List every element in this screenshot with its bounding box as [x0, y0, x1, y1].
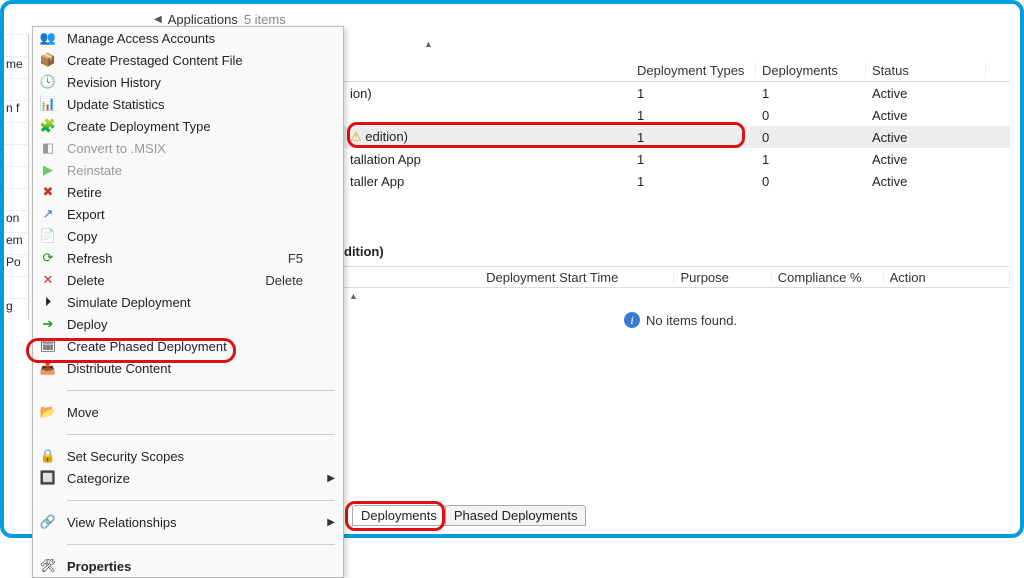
sort-asc-icon: ▲: [424, 39, 433, 49]
chevron-left-icon[interactable]: ◀: [154, 14, 162, 25]
distribute-icon: 📤: [39, 359, 57, 377]
package-icon: 📦: [39, 51, 57, 69]
menu-reinstate: ▶Reinstate: [33, 159, 343, 181]
copy-icon: 📄: [39, 227, 57, 245]
menu-export[interactable]: ↗Export: [33, 203, 343, 225]
categorize-icon: 🔲: [39, 469, 57, 487]
history-icon: 🕓: [39, 73, 57, 91]
chevron-right-icon: ▶: [327, 517, 335, 528]
col-dep-start-time[interactable]: Deployment Start Time: [480, 270, 674, 285]
accounts-icon: 👥: [39, 29, 57, 47]
deploy-icon: ➔: [39, 315, 57, 333]
retire-icon: ✖: [39, 183, 57, 201]
applications-grid: Deployment Types Deployments Status ion)…: [344, 60, 1010, 192]
menu-simulate-deployment[interactable]: ⏵Simulate Deployment: [33, 291, 343, 313]
phased-icon: 🗓: [39, 337, 57, 355]
menu-deploy[interactable]: ➔Deploy: [33, 313, 343, 335]
detail-tabs: Deployments Phased Deployments: [352, 505, 585, 526]
menu-separator: [33, 379, 343, 401]
menu-distribute-content[interactable]: 📤Distribute Content: [33, 357, 343, 379]
menu-retire[interactable]: ✖Retire: [33, 181, 343, 203]
menu-separator: [33, 533, 343, 555]
col-deployment-types[interactable]: Deployment Types: [631, 63, 756, 78]
menu-create-prestaged-content[interactable]: 📦Create Prestaged Content File: [33, 49, 343, 71]
empty-state: i No items found.: [624, 312, 737, 328]
col-status[interactable]: Status: [866, 63, 986, 78]
dep-type-icon: 🧩: [39, 117, 57, 135]
lock-icon: 🔒: [39, 447, 57, 465]
col-purpose[interactable]: Purpose: [674, 270, 771, 285]
col-compliance[interactable]: Compliance %: [772, 270, 884, 285]
menu-properties[interactable]: 🛠Properties: [33, 555, 343, 577]
stats-icon: 📊: [39, 95, 57, 113]
menu-manage-access-accounts[interactable]: 👥Manage Access Accounts: [33, 27, 343, 49]
table-row[interactable]: taller App 1 0 Active: [344, 170, 1010, 192]
menu-refresh[interactable]: ⟳RefreshF5: [33, 247, 343, 269]
warning-icon: ⚠: [350, 129, 362, 144]
menu-categorize[interactable]: 🔲Categorize▶: [33, 467, 343, 489]
msix-icon: ◧: [39, 139, 57, 157]
menu-revision-history[interactable]: 🕓Revision History: [33, 71, 343, 93]
col-action[interactable]: Action: [884, 270, 1010, 285]
table-row-selected[interactable]: ⚠ edition) 1 0 Active: [344, 126, 1010, 148]
table-row[interactable]: ion) 1 1 Active: [344, 82, 1010, 104]
empty-text: No items found.: [646, 313, 737, 328]
tab-phased-deployments[interactable]: Phased Deployments: [445, 505, 587, 526]
simulate-icon: ⏵: [39, 293, 57, 311]
menu-create-phased-deployment[interactable]: 🗓Create Phased Deployment: [33, 335, 343, 357]
breadcrumb-count: 5 items: [244, 12, 286, 27]
tab-deployments[interactable]: Deployments: [352, 505, 446, 526]
relationships-icon: 🔗: [39, 513, 57, 531]
shortcut-text: F5: [288, 251, 303, 266]
export-icon: ↗: [39, 205, 57, 223]
detail-title: dition): [344, 244, 384, 259]
menu-convert-msix: ◧Convert to .MSIX: [33, 137, 343, 159]
shortcut-text: Delete: [265, 273, 303, 288]
context-menu: 👥Manage Access Accounts 📦Create Prestage…: [32, 26, 344, 578]
info-icon: i: [624, 312, 640, 328]
left-sidebar-fragment: me n f on em Po g: [4, 34, 29, 534]
menu-separator: [33, 423, 343, 445]
reinstate-icon: ▶: [39, 161, 57, 179]
delete-icon: ✕: [39, 271, 57, 289]
menu-copy[interactable]: 📄Copy: [33, 225, 343, 247]
properties-icon: 🛠: [39, 557, 57, 575]
sort-asc-icon: ▲: [349, 291, 358, 301]
col-deployments[interactable]: Deployments: [756, 63, 866, 78]
grid-header: Deployment Types Deployments Status: [344, 60, 1010, 82]
menu-set-security-scopes[interactable]: 🔒Set Security Scopes: [33, 445, 343, 467]
chevron-right-icon: ▶: [327, 473, 335, 484]
table-row[interactable]: 1 0 Active: [344, 104, 1010, 126]
menu-separator: [33, 489, 343, 511]
move-icon: 📂: [39, 403, 57, 421]
table-row[interactable]: tallation App 1 1 Active: [344, 148, 1010, 170]
menu-delete[interactable]: ✕DeleteDelete: [33, 269, 343, 291]
menu-move[interactable]: 📂Move: [33, 401, 343, 423]
refresh-icon: ⟳: [39, 249, 57, 267]
menu-update-statistics[interactable]: 📊Update Statistics: [33, 93, 343, 115]
detail-grid-header: Deployment Start Time Purpose Compliance…: [344, 266, 1010, 288]
breadcrumb-title[interactable]: Applications: [168, 12, 238, 27]
menu-create-deployment-type[interactable]: 🧩Create Deployment Type: [33, 115, 343, 137]
menu-view-relationships[interactable]: 🔗View Relationships▶: [33, 511, 343, 533]
